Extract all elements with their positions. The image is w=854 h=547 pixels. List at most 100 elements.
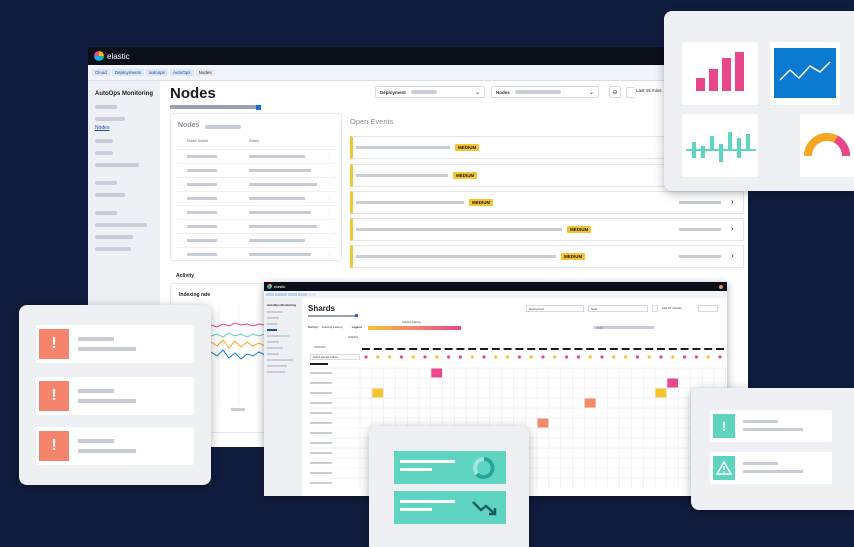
- alert-row[interactable]: !: [36, 325, 194, 363]
- sidebar-item[interactable]: [267, 365, 287, 367]
- time-range-label[interactable]: Last 15 mins: [636, 88, 662, 93]
- sidebar-item[interactable]: [95, 139, 113, 143]
- node-column-header[interactable]: [468, 348, 477, 350]
- row-menu-icon[interactable]: ⋮: [327, 181, 332, 187]
- node-column-header[interactable]: [515, 348, 524, 350]
- row-menu-icon[interactable]: ⋮: [327, 209, 332, 215]
- status-row[interactable]: !: [710, 410, 832, 442]
- breadcrumb-item[interactable]: [275, 293, 287, 296]
- node-column-header[interactable]: [704, 348, 713, 350]
- index-row-label[interactable]: [310, 472, 332, 474]
- zoom-out-button[interactable]: [652, 305, 658, 312]
- index-row-label[interactable]: [310, 432, 332, 434]
- sidebar-item[interactable]: [95, 163, 139, 167]
- chevron-right-icon[interactable]: ›: [731, 197, 734, 206]
- node-column-header[interactable]: [385, 348, 394, 350]
- alert-row[interactable]: !: [36, 427, 194, 465]
- node-column-header[interactable]: [574, 348, 583, 350]
- index-row-label[interactable]: [310, 462, 332, 464]
- table-row[interactable]: ⋮: [177, 149, 337, 161]
- node-column-header[interactable]: [362, 348, 370, 350]
- node-column-header[interactable]: [716, 348, 724, 350]
- nodes-select[interactable]: Nodes ⌄: [491, 86, 599, 98]
- breadcrumb-item[interactable]: [298, 293, 307, 296]
- deployment-select[interactable]: Deployment: [526, 305, 584, 312]
- row-menu-icon[interactable]: ⋮: [327, 195, 332, 201]
- node-column-header[interactable]: [373, 348, 382, 350]
- sidebar-item[interactable]: [267, 311, 283, 313]
- sidebar-item[interactable]: [95, 193, 125, 197]
- sidebar-item[interactable]: [95, 181, 117, 185]
- table-row[interactable]: ⋮: [177, 205, 337, 217]
- shard-cell[interactable]: [372, 388, 384, 398]
- shard-cell[interactable]: [431, 368, 443, 378]
- zoom-out-button[interactable]: ⊖: [609, 86, 621, 98]
- status-row[interactable]: [710, 452, 832, 484]
- sidebar-item[interactable]: [267, 353, 279, 355]
- breadcrumb-item[interactable]: autoops: [146, 69, 169, 76]
- table-row[interactable]: ⋮: [177, 233, 337, 245]
- node-column-header[interactable]: [562, 348, 571, 350]
- alert-row[interactable]: !: [36, 377, 194, 415]
- node-column-header[interactable]: [680, 348, 689, 350]
- node-select[interactable]: Node: [588, 305, 648, 312]
- sidebar-item[interactable]: [95, 151, 113, 155]
- chevron-right-icon[interactable]: ›: [731, 251, 734, 260]
- index-row-label[interactable]: [310, 422, 332, 424]
- breadcrumb-item[interactable]: [266, 293, 274, 296]
- time-range-label[interactable]: Last 15 minutes: [662, 306, 682, 310]
- shard-cell[interactable]: [655, 388, 667, 398]
- node-column-header[interactable]: [539, 348, 547, 350]
- index-row-label[interactable]: [310, 482, 332, 484]
- node-column-header[interactable]: [609, 348, 618, 350]
- index-row-label[interactable]: [310, 382, 332, 384]
- node-column-header[interactable]: [598, 348, 606, 350]
- node-column-header[interactable]: [621, 348, 630, 350]
- sort-by-select[interactable]: Indexing Latency: [322, 325, 343, 329]
- index-row-label[interactable]: [310, 442, 332, 444]
- sidebar-item[interactable]: [267, 317, 279, 319]
- row-menu-icon[interactable]: ⋮: [327, 167, 332, 173]
- node-column-header[interactable]: [550, 348, 559, 350]
- sidebar-item[interactable]: [267, 359, 293, 361]
- node-column-header[interactable]: [444, 348, 453, 350]
- row-menu-icon[interactable]: ⋮: [327, 223, 332, 229]
- sidebar-item[interactable]: [267, 323, 277, 325]
- node-column-header[interactable]: [586, 348, 595, 350]
- sidebar-item[interactable]: [95, 235, 133, 239]
- sidebar-item-nodes[interactable]: Nodes: [95, 125, 153, 131]
- node-column-header[interactable]: [480, 348, 488, 350]
- node-column-header[interactable]: [503, 348, 512, 350]
- event-row[interactable]: MEDIUM ›: [350, 191, 744, 214]
- node-column-header[interactable]: [432, 348, 441, 350]
- avatar[interactable]: [719, 284, 723, 289]
- node-column-header[interactable]: [668, 348, 677, 350]
- table-row[interactable]: ⋮: [177, 219, 337, 231]
- sidebar-item[interactable]: [267, 371, 285, 373]
- shard-cell[interactable]: [584, 398, 596, 408]
- node-column-header[interactable]: [421, 348, 429, 350]
- index-row-label[interactable]: [310, 372, 332, 374]
- node-column-header[interactable]: [645, 348, 654, 350]
- node-column-header[interactable]: [692, 348, 701, 350]
- row-menu-icon[interactable]: ⋮: [327, 153, 332, 159]
- playback-controls-icon[interactable]: ◀ ▶: [596, 325, 603, 330]
- event-row[interactable]: MEDIUM ›: [350, 218, 744, 241]
- breadcrumb-item[interactable]: Cloud: [92, 69, 110, 76]
- date-picker-quick-button[interactable]: [626, 87, 634, 98]
- sidebar-item[interactable]: [95, 117, 125, 121]
- sidebar-item[interactable]: [95, 105, 117, 109]
- row-menu-icon[interactable]: ⋮: [327, 251, 332, 257]
- index-row-label[interactable]: [310, 412, 332, 414]
- breadcrumb-item[interactable]: AutoOps: [170, 69, 194, 76]
- breadcrumb-item[interactable]: [288, 293, 297, 296]
- refresh-button[interactable]: [698, 305, 718, 312]
- row-menu-icon[interactable]: ⋮: [327, 237, 332, 243]
- shard-cell[interactable]: [537, 418, 549, 428]
- table-row[interactable]: ⋮: [177, 163, 337, 175]
- index-row-label[interactable]: [310, 402, 332, 404]
- node-column-header[interactable]: [491, 348, 500, 350]
- sidebar-item[interactable]: [267, 329, 277, 331]
- breadcrumb-item[interactable]: Deployments: [111, 69, 145, 76]
- node-column-header[interactable]: [409, 348, 418, 350]
